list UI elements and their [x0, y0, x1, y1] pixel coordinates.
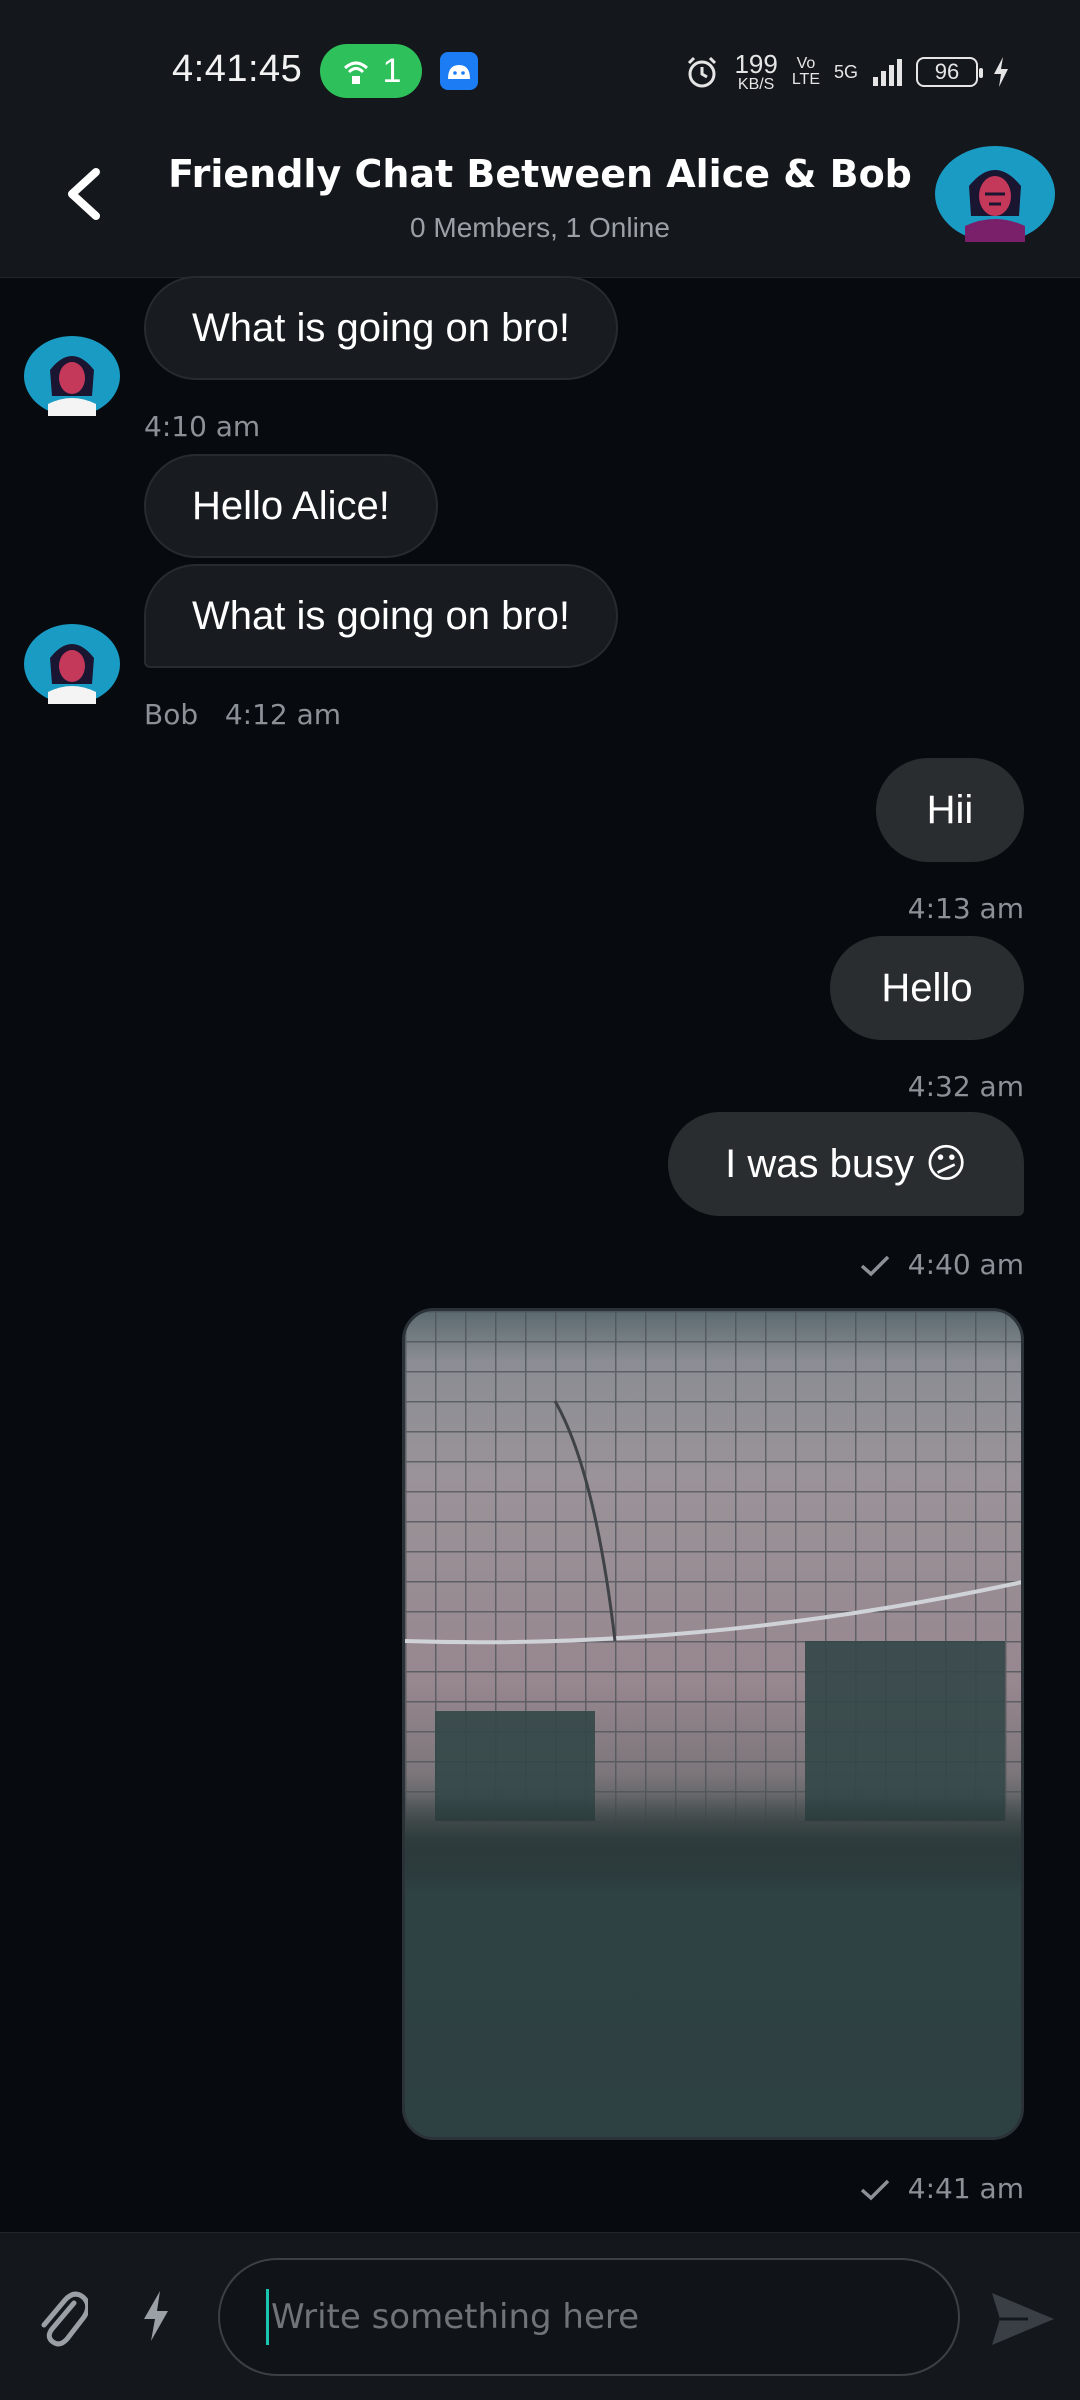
message-status: 4:40 am — [860, 1248, 1024, 1281]
lightning-icon[interactable] — [140, 2289, 172, 2343]
android-notification-icon — [440, 52, 478, 90]
message-timestamp: 4:13 am — [907, 892, 1024, 925]
attached-photo — [405, 1311, 1021, 2137]
incoming-message-bubble[interactable]: Hello Alice! — [144, 454, 438, 558]
network-type: 5G — [833, 61, 858, 82]
hotspot-count: 1 — [382, 51, 402, 90]
alarm-icon — [688, 56, 717, 88]
message-composer: Write something here — [0, 2232, 1080, 2400]
image-message[interactable] — [402, 1308, 1024, 2140]
text-caret — [266, 2289, 269, 2345]
status-right: 199 KB/S Vo LTE 5G 96 — [684, 50, 1010, 94]
message-text: Hii — [926, 787, 974, 832]
battery-indicator: 96 — [916, 57, 983, 87]
signal-icon — [873, 59, 902, 86]
chat-title: Friendly Chat Between Alice & Bob — [168, 152, 912, 196]
incoming-message-bubble[interactable]: What is going on bro! — [144, 564, 618, 668]
hotspot-icon — [343, 61, 368, 84]
sent-check-icon — [860, 1255, 890, 1277]
chat-header: Friendly Chat Between Alice & Bob 0 Memb… — [0, 110, 1080, 278]
outgoing-message-bubble[interactable]: I was busy 😕 — [668, 1112, 1024, 1216]
message-timestamp: 4:40 am — [907, 1248, 1024, 1281]
message-timestamp: 4:41 am — [907, 2172, 1024, 2205]
chat-subtitle: 0 Members, 1 Online — [410, 212, 670, 243]
incoming-message-bubble[interactable]: What is going on bro! — [144, 276, 618, 380]
group-avatar[interactable] — [935, 146, 1055, 242]
message-text: What is going on bro! — [192, 593, 570, 638]
sender-avatar[interactable] — [24, 336, 120, 416]
hotspot-indicator: 1 — [320, 44, 422, 98]
network-speed: 199 KB/S — [734, 49, 778, 93]
volte-indicator: Vo LTE — [791, 55, 820, 88]
message-text: Hello — [881, 965, 973, 1010]
message-sender-meta: Bob 4:12 am — [144, 698, 341, 731]
message-timestamp: 4:12 am — [224, 698, 342, 731]
message-input-placeholder: Write something here — [271, 2297, 640, 2337]
sender-name: Bob — [144, 698, 199, 731]
status-bar: 4:41:45 1 199 KB/S Vo LTE 5G 96 — [0, 0, 1080, 110]
chat-screen: 4:41:45 1 199 KB/S Vo LTE 5G 96 Friendly… — [0, 0, 1080, 2400]
message-status: 4:41 am — [860, 2172, 1024, 2205]
status-time: 4:41:45 — [172, 48, 303, 90]
message-timestamp: 4:32 am — [907, 1070, 1024, 1103]
message-text: What is going on bro! — [192, 305, 570, 350]
charging-icon — [994, 57, 1008, 87]
outgoing-message-bubble[interactable]: Hii — [876, 758, 1024, 862]
paperclip-icon[interactable] — [34, 2283, 88, 2349]
sent-check-icon — [860, 2179, 890, 2201]
outgoing-message-bubble[interactable]: Hello — [830, 936, 1024, 1040]
message-text: I was busy 😕 — [725, 1142, 967, 1186]
message-timestamp: 4:10 am — [144, 410, 261, 443]
send-icon[interactable] — [988, 2289, 1058, 2349]
message-input[interactable]: Write something here — [218, 2258, 960, 2376]
sender-avatar[interactable] — [24, 624, 120, 704]
message-text: Hello Alice! — [192, 483, 390, 528]
